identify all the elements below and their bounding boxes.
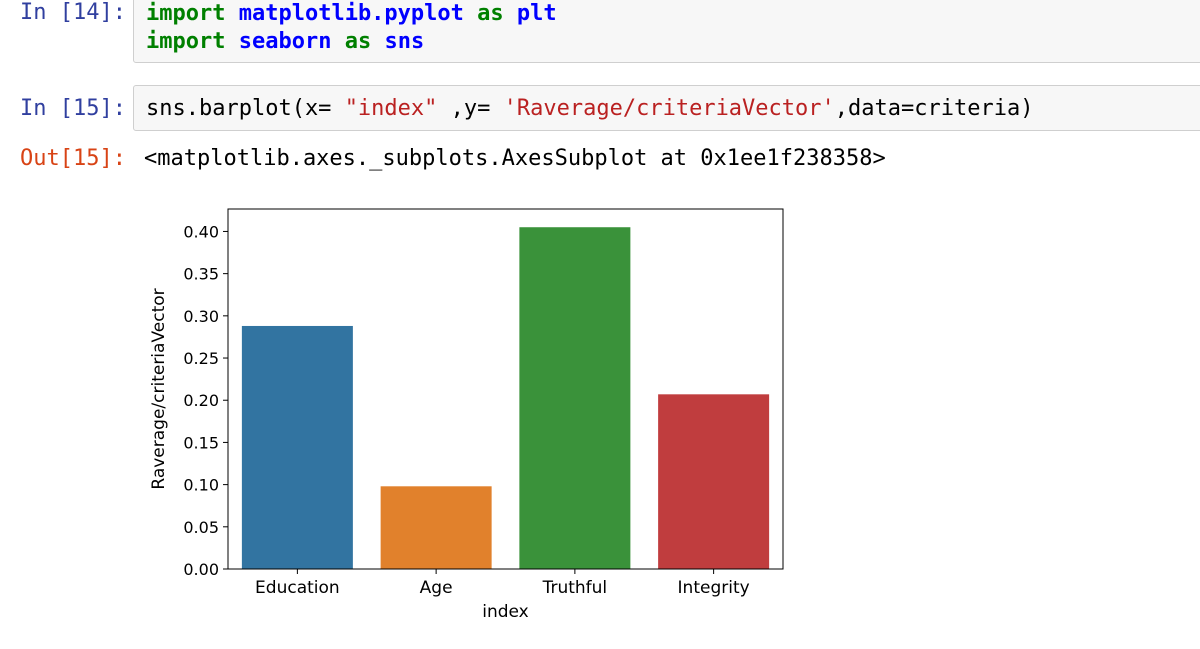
bar-chart: Education Age Truthful Integrity 0.00 0.05 0.1… <box>149 208 784 622</box>
bar-integrity <box>658 394 770 569</box>
code-text: ,data=criteria) <box>834 96 1034 121</box>
string-literal: "index" <box>344 96 438 121</box>
y-tick-label: 0.40 <box>183 222 219 241</box>
module-name: seaborn <box>238 29 332 54</box>
keyword: import <box>146 1 226 26</box>
y-tick-label: 0.15 <box>183 433 219 452</box>
y-tick-label: 0.25 <box>183 349 219 368</box>
out-15-prompt: Out[15]: <box>20 146 126 171</box>
string-literal: 'Raverage/criteriaVector' <box>503 96 835 121</box>
code-line-3: sns.barplot(x= "index" ,y= 'Raverage/cri… <box>146 96 1033 121</box>
y-tick-label: 0.30 <box>183 307 219 326</box>
cell-15-prompt: In [15]: <box>20 96 126 121</box>
code-line-2: import seaborn as sns <box>146 29 424 54</box>
y-axis-label: Raverage/criteriaVector <box>149 288 169 489</box>
keyword: as <box>477 1 504 26</box>
keyword: as <box>344 29 372 54</box>
x-tick-label: Education <box>255 578 340 598</box>
x-tick-label: Truthful <box>542 578 608 598</box>
y-tick-label: 0.00 <box>183 560 219 579</box>
x-tick-label: Integrity <box>678 578 750 598</box>
alias-name: plt <box>516 1 557 26</box>
notebook: In [14]: import matplotlib.pyplot as plt… <box>0 0 1200 649</box>
alias-name: sns <box>384 29 425 54</box>
x-tick-label: Age <box>420 578 453 598</box>
cell-14-prompt: In [14]: <box>20 0 126 25</box>
code-line-1: import matplotlib.pyplot as plt <box>146 1 557 26</box>
code-text: ,y= <box>437 96 504 121</box>
output-repr-text: <matplotlib.axes._subplots.AxesSubplot a… <box>144 146 886 171</box>
x-axis-label: index <box>482 602 529 622</box>
y-tick-label: 0.10 <box>183 476 219 495</box>
module-name: matplotlib.pyplot <box>238 1 464 26</box>
cell-15-input[interactable]: sns.barplot(x= "index" ,y= 'Raverage/cri… <box>133 85 1200 131</box>
bar-truthful <box>519 227 631 569</box>
y-tick-label: 0.05 <box>183 518 219 537</box>
y-tick-label: 0.35 <box>183 265 219 284</box>
bar-age <box>380 486 492 569</box>
keyword: import <box>146 29 226 54</box>
code-text: sns.barplot(x= <box>146 96 345 121</box>
cell-14-input[interactable]: import matplotlib.pyplot as plt import s… <box>133 0 1200 63</box>
bar-education <box>241 325 353 569</box>
y-tick-label: 0.20 <box>183 391 219 410</box>
